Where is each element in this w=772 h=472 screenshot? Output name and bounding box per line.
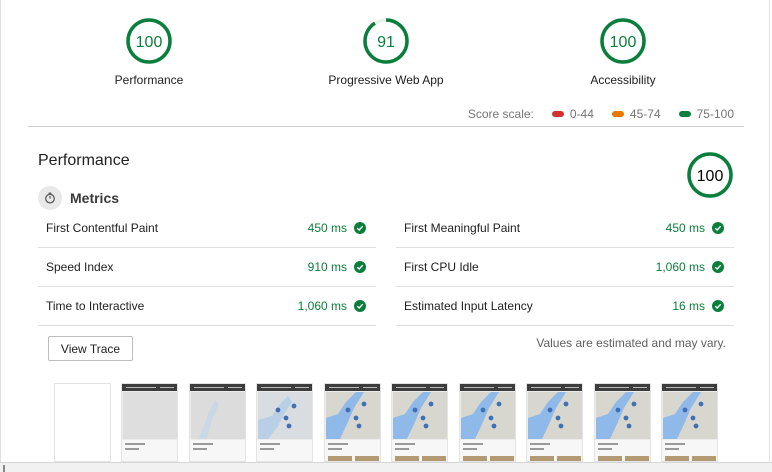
pass-check-icon — [712, 300, 724, 312]
section-divider — [28, 126, 744, 127]
metric-row: First Contentful Paint 450 ms — [38, 209, 376, 248]
scale-range-average: 45-74 — [611, 107, 661, 121]
horizontal-scrollbar[interactable] — [0, 462, 772, 472]
gauge-score: 91 — [377, 34, 395, 51]
filmstrip-frame — [54, 383, 111, 462]
scale-range-pass: 75-100 — [678, 107, 734, 121]
gauge-score: 100 — [697, 168, 724, 185]
filmstrip-frame — [189, 383, 246, 462]
scale-range-text: 75-100 — [696, 107, 734, 121]
pass-check-icon — [354, 300, 366, 312]
metric-value: 450 ms — [665, 221, 705, 235]
pass-check-icon — [712, 222, 724, 234]
fail-swatch — [551, 111, 564, 117]
metrics-header: Metrics — [38, 186, 119, 210]
metric-name: Time to Interactive — [46, 299, 145, 313]
scrollbar-grip[interactable] — [3, 465, 5, 472]
metric-row: Estimated Input Latency 16 ms — [396, 287, 734, 326]
filmstrip-frame — [459, 383, 516, 462]
metrics-column-left: First Contentful Paint 450 ms Speed Inde… — [38, 209, 376, 326]
metric-row: Time to Interactive 1,060 ms — [38, 287, 376, 326]
filmstrip-frame — [256, 383, 313, 462]
score-scale: Score scale: 0-44 45-74 75-100 — [468, 107, 734, 121]
metric-row: First Meaningful Paint 450 ms — [396, 209, 734, 248]
performance-score-gauge: 100 — [686, 151, 734, 204]
gauge-pwa[interactable]: 91 Progressive Web App — [286, 17, 486, 87]
gauge-accessibility[interactable]: 100 Accessibility — [523, 17, 723, 87]
gauge-label: Progressive Web App — [328, 73, 444, 87]
metrics-heading: Metrics — [70, 190, 120, 206]
gauge-ring: 100 — [600, 18, 646, 64]
scale-range-text: 0-44 — [569, 107, 594, 121]
category-gauges: 100 Performance 91 Progressive Web App 1… — [0, 0, 772, 100]
gauge-performance[interactable]: 100 Performance — [49, 17, 249, 87]
metric-row: Speed Index 910 ms — [38, 248, 376, 287]
gauge-ring: 100 — [126, 18, 172, 64]
filmstrip-frame — [661, 383, 718, 462]
stopwatch-icon — [38, 186, 62, 210]
metrics-column-right: First Meaningful Paint 450 ms First CPU … — [396, 209, 734, 326]
scale-range-text: 45-74 — [629, 107, 661, 121]
pass-check-icon — [354, 222, 366, 234]
metric-value: 910 ms — [307, 260, 347, 274]
view-trace-button[interactable]: View Trace — [48, 336, 133, 361]
gauge-label: Performance — [114, 73, 184, 87]
gauge-score: 100 — [610, 34, 637, 51]
filmstrip-frame — [121, 383, 178, 462]
metric-value: 1,060 ms — [655, 260, 705, 274]
gauge-score: 100 — [136, 34, 163, 51]
metric-row: First CPU Idle 1,060 ms — [396, 248, 734, 287]
section-title: Performance — [38, 152, 130, 169]
metric-value: 450 ms — [307, 221, 347, 235]
filmstrip-frame — [526, 383, 583, 462]
metric-name: Speed Index — [46, 260, 114, 274]
pass-check-icon — [354, 261, 366, 273]
filmstrip-frame — [324, 383, 381, 462]
metric-name: Estimated Input Latency — [404, 299, 533, 313]
filmstrip-frame — [594, 383, 651, 462]
metric-name: First Meaningful Paint — [404, 221, 521, 235]
metric-name: First Contentful Paint — [46, 221, 159, 235]
pass-check-icon — [712, 261, 724, 273]
gauge-ring: 100 — [687, 152, 733, 198]
metric-value: 16 ms — [672, 299, 705, 313]
scale-range-fail: 0-44 — [551, 107, 594, 121]
metric-name: First CPU Idle — [404, 260, 479, 274]
gauge-ring: 91 — [363, 18, 409, 64]
filmstrip-frame — [391, 383, 448, 462]
pass-swatch — [678, 111, 691, 117]
score-scale-label: Score scale: — [467, 107, 534, 121]
estimate-note: Values are estimated and may vary. — [536, 336, 726, 350]
average-swatch — [611, 111, 624, 117]
gauge-label: Accessibility — [590, 73, 656, 87]
metric-value: 1,060 ms — [297, 299, 347, 313]
